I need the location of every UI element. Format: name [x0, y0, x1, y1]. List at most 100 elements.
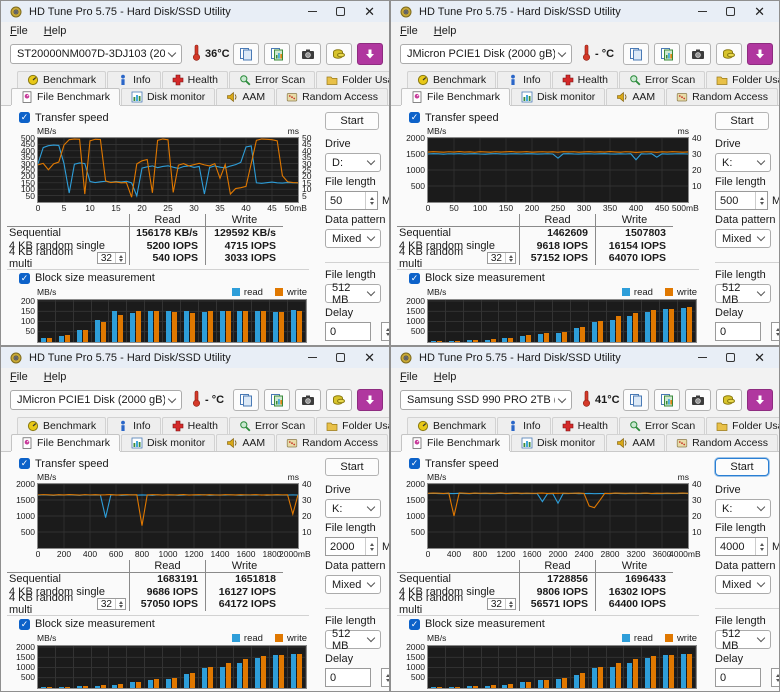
stepper-arrows-icon[interactable]: [115, 253, 125, 264]
maximize-button[interactable]: [336, 7, 346, 16]
delay-stepper[interactable]: [381, 322, 389, 341]
drive-letter-select[interactable]: D:: [325, 153, 381, 172]
copy-image-icon[interactable]: [654, 43, 680, 65]
tab-folder-usage[interactable]: Folder Usage: [316, 71, 389, 88]
drive-model-select[interactable]: ST20000NM007D-3DJ103 (20000 gB): [10, 44, 182, 64]
drive-model-select[interactable]: Samsung SSD 990 PRO 2TB (2000 gB): [400, 390, 572, 410]
block-file-length-select[interactable]: 512 MB: [715, 628, 771, 652]
start-button[interactable]: Start: [715, 112, 769, 130]
block-size-checkbox[interactable]: [19, 272, 30, 284]
delay-input[interactable]: 0: [325, 322, 371, 341]
delay-stepper[interactable]: [381, 668, 389, 687]
tab-info[interactable]: Info: [497, 71, 551, 88]
minimize-button[interactable]: [698, 357, 708, 358]
menu-help[interactable]: Help: [434, 371, 457, 383]
tab-error-scan[interactable]: Error Scan: [228, 71, 316, 88]
delay-stepper[interactable]: [771, 322, 779, 341]
menu-help[interactable]: Help: [44, 371, 67, 383]
tab-health[interactable]: Health: [551, 417, 618, 434]
tab-benchmark[interactable]: Benchmark: [407, 71, 497, 88]
block-size-checkbox[interactable]: [19, 618, 30, 630]
transfer-speed-checkbox[interactable]: [19, 112, 30, 123]
tab-health[interactable]: Health: [161, 417, 228, 434]
tab-file-benchmark[interactable]: File Benchmark: [11, 434, 120, 451]
titlebar[interactable]: HD Tune Pro 5.75 - Hard Disk/SSD Utility…: [1, 1, 389, 22]
copy-image-icon[interactable]: [264, 43, 290, 65]
tab-disk-monitor[interactable]: Disk monitor: [510, 434, 606, 451]
file-length-stepper[interactable]: 500: [715, 191, 768, 210]
minimize-button[interactable]: [698, 11, 708, 12]
data-pattern-select[interactable]: Mixed: [325, 575, 381, 594]
data-pattern-select[interactable]: Mixed: [715, 229, 771, 248]
data-pattern-select[interactable]: Mixed: [715, 575, 771, 594]
tab-random-access[interactable]: Random Access: [276, 434, 388, 451]
tab-info[interactable]: Info: [107, 417, 161, 434]
titlebar[interactable]: HD Tune Pro 5.75 - Hard Disk/SSD Utility…: [1, 347, 389, 368]
drive-model-select[interactable]: JMicron PCIE1 Disk (2000 gB): [10, 390, 182, 410]
copy-icon[interactable]: [623, 43, 649, 65]
maximize-button[interactable]: [726, 353, 736, 362]
transfer-speed-checkbox[interactable]: [409, 112, 420, 123]
queue-depth-stepper[interactable]: 32: [96, 598, 126, 611]
menu-file[interactable]: File: [10, 371, 28, 383]
minimize-button[interactable]: [308, 357, 318, 358]
tab-folder-usage[interactable]: Folder Usage: [706, 71, 779, 88]
drive-model-select[interactable]: JMicron PCIE1 Disk (2000 gB): [400, 44, 572, 64]
close-button[interactable]: ✕: [364, 5, 375, 18]
tab-disk-monitor[interactable]: Disk monitor: [510, 88, 606, 105]
titlebar[interactable]: HD Tune Pro 5.75 - Hard Disk/SSD Utility…: [391, 1, 779, 22]
tab-random-access[interactable]: Random Access: [666, 434, 778, 451]
close-button[interactable]: ✕: [754, 351, 765, 364]
download-icon[interactable]: [357, 389, 383, 411]
download-icon[interactable]: [747, 389, 773, 411]
menu-file[interactable]: File: [10, 25, 28, 37]
copy-icon[interactable]: [233, 389, 259, 411]
block-size-checkbox[interactable]: [409, 272, 420, 284]
tab-aam[interactable]: AAM: [216, 88, 276, 105]
drive-letter-select[interactable]: K:: [715, 153, 771, 172]
tab-info[interactable]: Info: [497, 417, 551, 434]
stepper-arrows-icon[interactable]: [365, 538, 377, 555]
stepper-arrows-icon[interactable]: [505, 253, 515, 264]
tab-aam[interactable]: AAM: [216, 434, 276, 451]
menu-file[interactable]: File: [400, 25, 418, 37]
screenshot-icon[interactable]: [295, 43, 321, 65]
menu-help[interactable]: Help: [44, 25, 67, 37]
stepper-arrows-icon[interactable]: [755, 538, 767, 555]
tab-folder-usage[interactable]: Folder Usage: [316, 417, 389, 434]
delay-input[interactable]: 0: [715, 668, 761, 687]
save-icon[interactable]: [716, 43, 742, 65]
delay-stepper[interactable]: [771, 668, 779, 687]
copy-image-icon[interactable]: [654, 389, 680, 411]
tab-info[interactable]: Info: [107, 71, 161, 88]
copy-image-icon[interactable]: [264, 389, 290, 411]
start-button[interactable]: Start: [325, 458, 379, 476]
tab-random-access[interactable]: Random Access: [276, 88, 388, 105]
block-file-length-select[interactable]: 512 MB: [325, 282, 381, 306]
screenshot-icon[interactable]: [295, 389, 321, 411]
delay-input[interactable]: 0: [325, 668, 371, 687]
download-icon[interactable]: [747, 43, 773, 65]
tab-error-scan[interactable]: Error Scan: [228, 417, 316, 434]
menu-help[interactable]: Help: [434, 25, 457, 37]
stepper-arrows-icon[interactable]: [115, 599, 125, 610]
block-file-length-select[interactable]: 512 MB: [325, 628, 381, 652]
stepper-arrows-icon[interactable]: [755, 192, 767, 209]
block-size-checkbox[interactable]: [409, 618, 420, 630]
tab-disk-monitor[interactable]: Disk monitor: [120, 434, 216, 451]
save-icon[interactable]: [326, 389, 352, 411]
queue-depth-stepper[interactable]: 32: [486, 598, 516, 611]
transfer-speed-checkbox[interactable]: [409, 458, 420, 469]
tab-health[interactable]: Health: [161, 71, 228, 88]
tab-benchmark[interactable]: Benchmark: [407, 417, 497, 434]
data-pattern-select[interactable]: Mixed: [325, 229, 381, 248]
tab-health[interactable]: Health: [551, 71, 618, 88]
menu-file[interactable]: File: [400, 371, 418, 383]
close-button[interactable]: ✕: [754, 5, 765, 18]
transfer-speed-checkbox[interactable]: [19, 458, 30, 469]
download-icon[interactable]: [357, 43, 383, 65]
tab-error-scan[interactable]: Error Scan: [618, 71, 706, 88]
screenshot-icon[interactable]: [685, 389, 711, 411]
file-length-stepper[interactable]: 50: [325, 191, 378, 210]
save-icon[interactable]: [716, 389, 742, 411]
